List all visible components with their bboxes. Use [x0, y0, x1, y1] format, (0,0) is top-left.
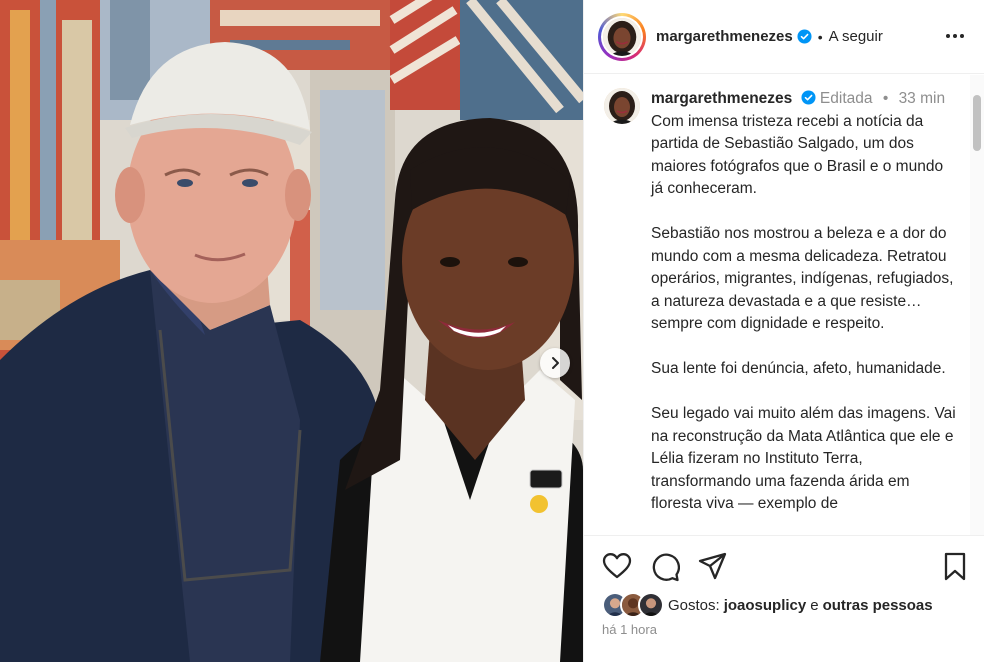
post-timestamp[interactable]: há 1 hora [602, 622, 657, 637]
comments-scroll-area[interactable]: margarethmenezes Editada • 33 min Com im… [584, 75, 984, 535]
verified-badge-icon [797, 29, 812, 44]
send-icon[interactable] [698, 552, 728, 580]
chevron-right-icon [552, 357, 559, 369]
caption-body: margarethmenezes Editada • 33 min Com im… [651, 88, 956, 516]
edited-label: Editada [819, 90, 873, 107]
meta-separator: • [882, 90, 889, 107]
caption-text: Com imensa tristeza recebi a notícia da … [651, 112, 956, 513]
caption-item: margarethmenezes Editada • 33 min Com im… [584, 75, 984, 516]
verified-badge-icon [801, 90, 816, 105]
liker-avatars[interactable] [602, 592, 664, 618]
scrollbar-thumb[interactable] [973, 95, 981, 151]
profile-avatar[interactable] [598, 12, 646, 61]
heart-icon[interactable] [602, 552, 632, 580]
post-image [0, 0, 583, 662]
caption-avatar[interactable] [604, 88, 640, 124]
bookmark-icon[interactable] [942, 552, 968, 582]
post-time-ago[interactable]: 33 min [899, 90, 946, 107]
post-side-panel: margarethmenezes • A seguir margarethmen [583, 0, 984, 662]
likes-connector: e [810, 596, 819, 614]
likes-others-link[interactable]: outras pessoas [823, 597, 933, 614]
caption-meta: margarethmenezes Editada • 33 min [651, 88, 956, 111]
header-username[interactable]: margarethmenezes [656, 28, 793, 45]
carousel-next-button[interactable] [540, 348, 570, 378]
more-dots-icon[interactable] [944, 24, 966, 48]
comment-icon[interactable] [650, 552, 680, 582]
following-button[interactable]: A seguir [829, 28, 883, 45]
post-header: margarethmenezes • A seguir [584, 0, 984, 74]
avatar-image [603, 17, 641, 56]
likes-prefix: Gostos: [668, 596, 720, 614]
liker-username[interactable]: joaosuplicy [724, 597, 807, 614]
caption-username[interactable]: margarethmenezes [651, 90, 792, 107]
likes-summary: Gostos: joaosuplicy e outras pessoas [602, 592, 933, 618]
post-photo[interactable] [0, 0, 583, 662]
header-separator: • [817, 28, 823, 45]
post-actions: Gostos: joaosuplicy e outras pessoas há … [584, 535, 984, 662]
liker-avatar [638, 592, 664, 618]
action-icon-bar [602, 552, 968, 582]
